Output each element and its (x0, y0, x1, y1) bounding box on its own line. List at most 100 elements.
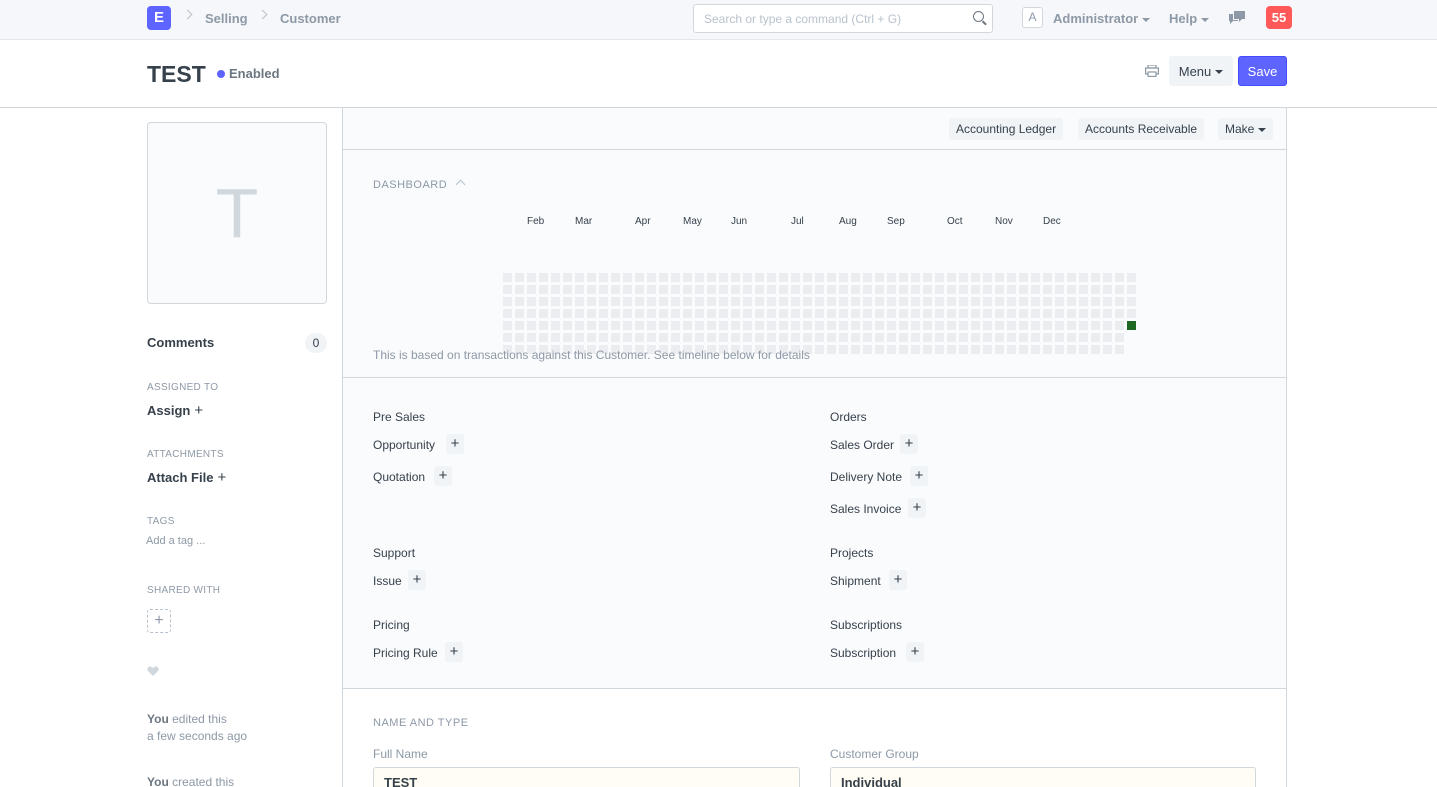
heatmap-day-cell[interactable] (1043, 333, 1052, 342)
heatmap-day-cell[interactable] (791, 333, 800, 342)
heatmap-day-cell[interactable] (515, 321, 524, 330)
heatmap-day-cell[interactable] (527, 285, 536, 294)
heatmap-day-cell[interactable] (767, 333, 776, 342)
heatmap-day-cell[interactable] (911, 321, 920, 330)
heatmap-day-cell[interactable] (1091, 273, 1100, 282)
heatmap-day-cell[interactable] (899, 321, 908, 330)
heatmap-day-cell[interactable] (1007, 309, 1016, 318)
heatmap-day-cell[interactable] (887, 333, 896, 342)
link-pricing-rule[interactable]: Pricing Rule (373, 646, 438, 660)
heatmap-day-cell[interactable] (947, 285, 956, 294)
heatmap-day-cell[interactable] (539, 309, 548, 318)
heatmap-day-cell[interactable] (1007, 321, 1016, 330)
heatmap-day-cell[interactable] (707, 321, 716, 330)
heatmap-day-cell[interactable] (683, 297, 692, 306)
heatmap-day-cell[interactable] (1091, 345, 1100, 354)
add-opportunity-icon[interactable]: + (446, 434, 464, 454)
heatmap-day-cell[interactable] (659, 321, 668, 330)
heatmap-day-cell[interactable] (1055, 309, 1064, 318)
heatmap-day-cell[interactable] (719, 321, 728, 330)
heatmap-day-cell[interactable] (539, 321, 548, 330)
heatmap-day-cell[interactable] (839, 333, 848, 342)
heatmap-day-cell[interactable] (695, 333, 704, 342)
heatmap-day-cell[interactable] (779, 309, 788, 318)
heatmap-day-cell[interactable] (1127, 297, 1136, 306)
heatmap-day-cell[interactable] (1103, 309, 1112, 318)
heatmap-day-cell[interactable] (527, 273, 536, 282)
heatmap-day-cell[interactable] (503, 285, 512, 294)
heatmap-day-cell[interactable] (863, 333, 872, 342)
heatmap-day-cell[interactable] (899, 309, 908, 318)
heatmap-day-cell[interactable] (815, 285, 824, 294)
heatmap-day-cell[interactable] (1031, 285, 1040, 294)
heatmap-day-cell[interactable] (851, 345, 860, 354)
heatmap-day-cell[interactable] (587, 285, 596, 294)
heatmap-day-cell[interactable] (1043, 285, 1052, 294)
heatmap-day-cell[interactable] (767, 285, 776, 294)
heatmap-day-cell[interactable] (635, 321, 644, 330)
heatmap-day-cell[interactable] (503, 321, 512, 330)
heatmap-day-cell[interactable] (995, 321, 1004, 330)
heatmap-day-cell[interactable] (959, 297, 968, 306)
heatmap-day-cell[interactable] (815, 297, 824, 306)
heatmap-day-cell[interactable] (803, 285, 812, 294)
heatmap-day-cell[interactable] (1115, 333, 1124, 342)
heatmap-day-cell[interactable] (1079, 285, 1088, 294)
heatmap-day-cell[interactable] (827, 273, 836, 282)
heatmap-day-cell[interactable] (911, 285, 920, 294)
add-delivery-note-icon[interactable]: + (910, 466, 928, 486)
heatmap-day-cell[interactable] (1067, 345, 1076, 354)
breadcrumb-selling[interactable]: Selling (205, 11, 248, 26)
heatmap-day-cell[interactable] (791, 321, 800, 330)
heatmap-day-cell[interactable] (1079, 345, 1088, 354)
heatmap-day-cell[interactable] (923, 297, 932, 306)
heatmap-day-cell[interactable] (695, 285, 704, 294)
heatmap-day-cell[interactable] (887, 345, 896, 354)
heatmap-day-cell[interactable] (647, 321, 656, 330)
heatmap-day-cell[interactable] (659, 273, 668, 282)
heatmap-day-cell[interactable] (947, 273, 956, 282)
heatmap-day-cell[interactable] (671, 309, 680, 318)
chat-icon[interactable] (1229, 11, 1245, 24)
heatmap-day-cell[interactable] (839, 297, 848, 306)
heatmap-day-cell[interactable] (1091, 333, 1100, 342)
heatmap-day-cell[interactable] (959, 285, 968, 294)
heatmap-day-cell[interactable] (863, 345, 872, 354)
heatmap-day-cell[interactable] (539, 297, 548, 306)
link-shipment[interactable]: Shipment (830, 574, 881, 588)
add-share-button[interactable]: + (147, 609, 171, 633)
heatmap-day-cell[interactable] (995, 309, 1004, 318)
heatmap-day-cell[interactable] (851, 309, 860, 318)
heatmap-day-cell[interactable] (707, 273, 716, 282)
heatmap-day-cell[interactable] (587, 297, 596, 306)
link-issue[interactable]: Issue (373, 574, 402, 588)
heatmap-day-cell[interactable] (971, 285, 980, 294)
heatmap-day-cell[interactable] (575, 309, 584, 318)
heatmap-day-cell[interactable] (887, 273, 896, 282)
user-menu[interactable]: Administrator (1053, 11, 1151, 26)
heatmap-day-cell[interactable] (695, 321, 704, 330)
heatmap-day-cell[interactable] (1103, 333, 1112, 342)
heatmap-day-cell[interactable] (779, 285, 788, 294)
heatmap-day-cell[interactable] (623, 321, 632, 330)
heatmap-day-cell[interactable] (719, 333, 728, 342)
app-logo[interactable]: E (147, 6, 171, 30)
heatmap-day-cell[interactable] (707, 285, 716, 294)
timeline-created-user[interactable]: You (147, 775, 169, 787)
heatmap-day-cell[interactable] (1007, 285, 1016, 294)
heatmap-day-cell[interactable] (659, 285, 668, 294)
heatmap-day-cell[interactable] (731, 297, 740, 306)
heatmap-day-cell[interactable] (803, 273, 812, 282)
heatmap-day-cell[interactable] (959, 273, 968, 282)
heatmap-day-cell[interactable] (659, 333, 668, 342)
heatmap-day-cell[interactable] (839, 321, 848, 330)
heatmap-day-cell[interactable] (851, 273, 860, 282)
heatmap-day-cell[interactable] (659, 309, 668, 318)
heatmap-day-cell[interactable] (767, 297, 776, 306)
heatmap-day-cell[interactable] (911, 309, 920, 318)
heatmap-day-cell[interactable] (623, 309, 632, 318)
add-sales-invoice-icon[interactable]: + (908, 498, 926, 518)
heatmap-day-cell[interactable] (551, 333, 560, 342)
heatmap-day-cell[interactable] (791, 273, 800, 282)
heatmap-day-cell[interactable] (503, 273, 512, 282)
